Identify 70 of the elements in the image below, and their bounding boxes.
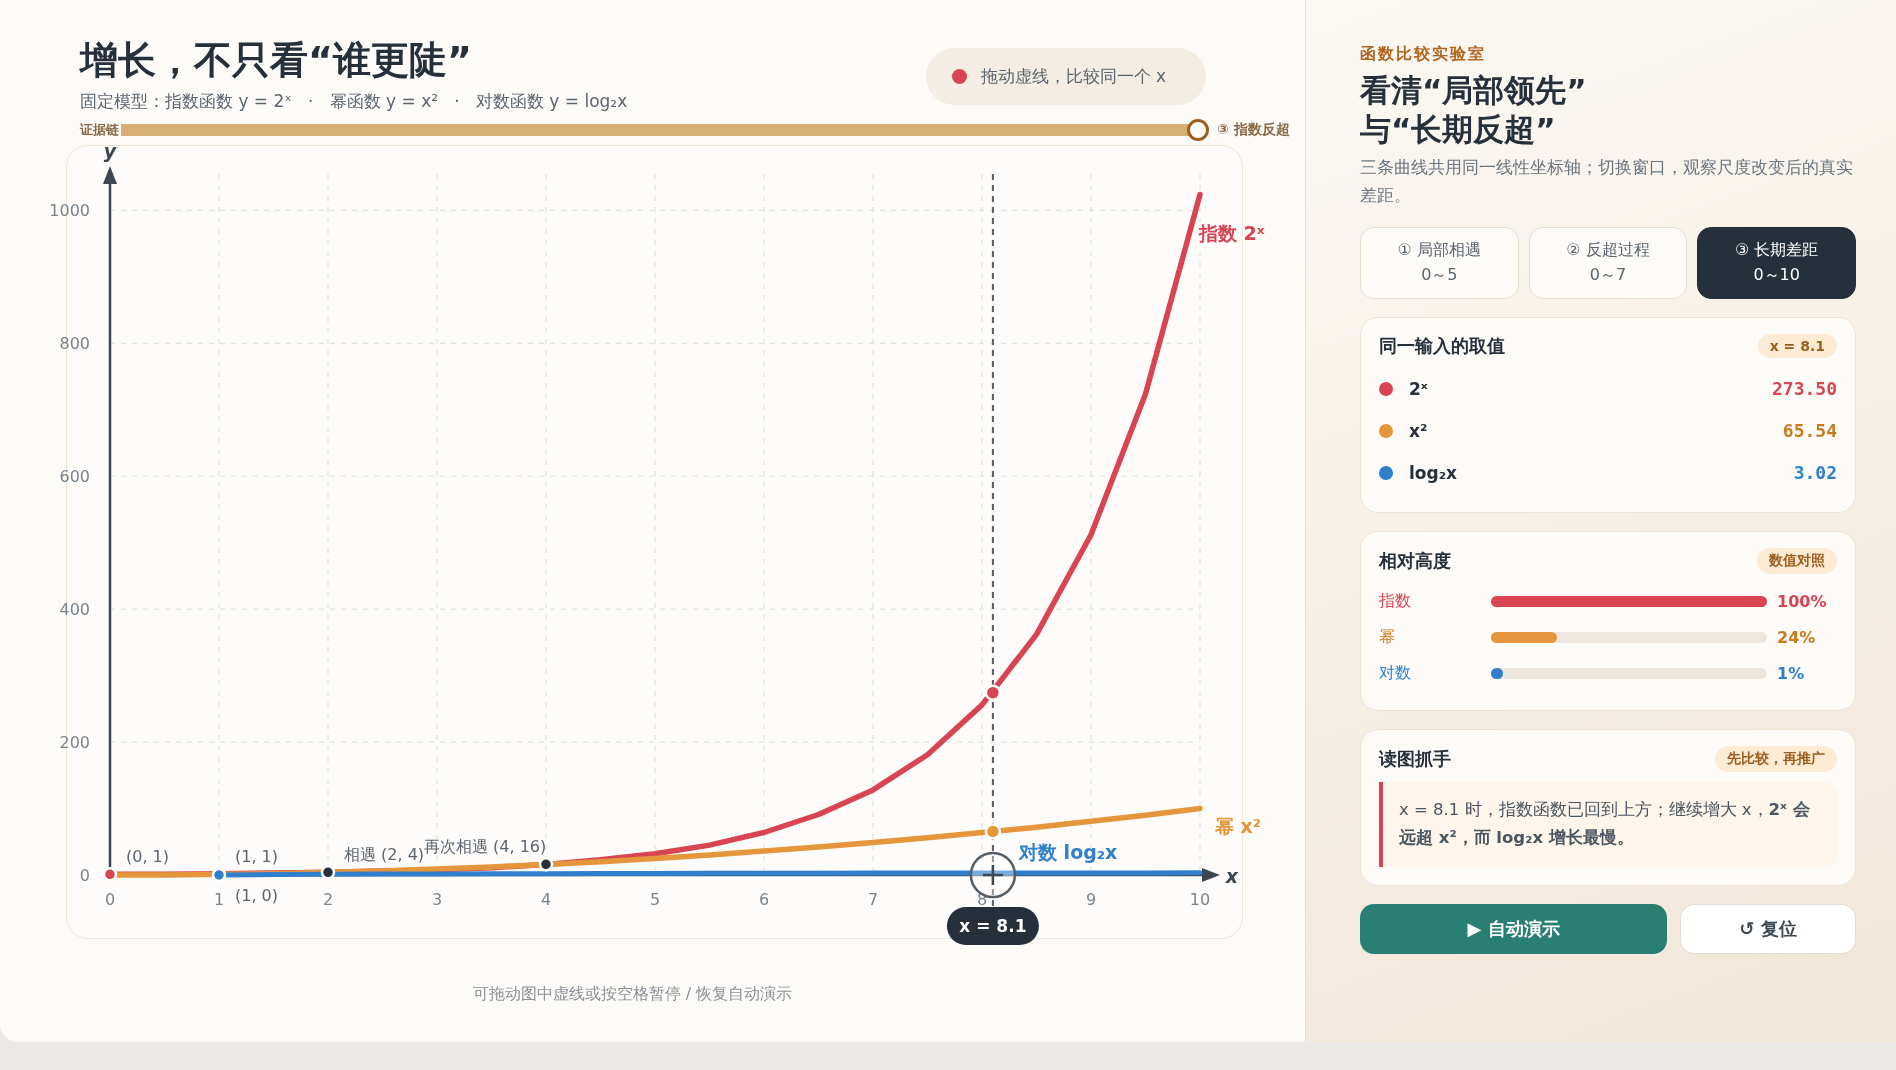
card-title: 同一输入的取值 bbox=[1379, 333, 1505, 358]
function-name: x² bbox=[1409, 420, 1428, 441]
reset-button[interactable]: ↺ 复位 bbox=[1680, 904, 1856, 955]
point-marker bbox=[102, 867, 117, 882]
x-tick-label: 9 bbox=[1085, 890, 1096, 910]
x-tick-label: 2 bbox=[322, 890, 333, 910]
autoplay-button[interactable]: ▶ 自动演示 bbox=[1360, 904, 1667, 955]
bar-label: 指数 bbox=[1379, 591, 1412, 613]
point-label: (1, 1) bbox=[234, 847, 278, 867]
bar-label: 对数 bbox=[1379, 663, 1412, 685]
card-badge: 先比较，再推广 bbox=[1715, 745, 1837, 772]
model-subtitle: 固定模型：指数函数 y = 2ˣ · 幂函数 y = x² · 对数函数 y = log₂x bbox=[80, 89, 628, 113]
function-value: 65.54 bbox=[1782, 420, 1837, 442]
point-label: 相遇 (2, 4) bbox=[343, 845, 424, 865]
eyebrow-label: 函数比较实验室 bbox=[1360, 44, 1487, 65]
panel-heading: 看清“局部领先” bbox=[1360, 71, 1588, 110]
x-tick-label: 4 bbox=[540, 890, 551, 910]
curve-label: 对数 log₂x bbox=[1018, 840, 1117, 863]
page-title: 增长，不只看“谁更陡” bbox=[80, 38, 473, 84]
evidence-step: ③ 指数反超 bbox=[1217, 120, 1290, 139]
point-label: (0, 1) bbox=[125, 847, 169, 867]
bar-reading: 100% bbox=[1777, 592, 1827, 612]
cursor-line[interactable] bbox=[991, 173, 994, 909]
card-badge: 数值对照 bbox=[1757, 547, 1837, 574]
point-label: 再次相遇 (4, 16) bbox=[423, 837, 546, 857]
point-marker bbox=[538, 857, 553, 872]
range-tab[interactable]: ② 反超过程 0～7 bbox=[1528, 226, 1688, 299]
y-tick-label: 800 bbox=[58, 334, 90, 354]
x-tick-label: 10 bbox=[1189, 890, 1210, 910]
function-value: 3.02 bbox=[1793, 462, 1837, 484]
y-tick-label: 1000 bbox=[48, 201, 90, 221]
cursor-point bbox=[984, 823, 1001, 840]
panel-description: 三条曲线共用同一线性坐标轴；切换窗口，观察尺度改变后的真实差距。 bbox=[1360, 155, 1854, 207]
note-quote: x = 8.1 时，指数函数已回到上方；继续增大 x，2ˣ 会远超 x²，而 log₂x 增长最慢。 bbox=[1379, 781, 1837, 868]
function-value: 273.50 bbox=[1771, 378, 1837, 400]
curve-label: 指数 2ˣ bbox=[1198, 221, 1265, 244]
x-tick-label: 1 bbox=[213, 890, 224, 910]
evidence-label: 证据链 bbox=[80, 121, 119, 138]
card-title: 读图抓手 bbox=[1379, 746, 1451, 771]
range-tab[interactable]: ③ 长期差距 0～10 bbox=[1697, 226, 1856, 299]
y-tick-label: 200 bbox=[58, 733, 90, 753]
x-tick-label: 6 bbox=[758, 890, 769, 910]
x-tick-label: 7 bbox=[867, 890, 878, 910]
progress-knob[interactable] bbox=[1187, 118, 1209, 141]
bar-reading: 24% bbox=[1777, 628, 1816, 648]
panel-heading: 与“长期反超” bbox=[1360, 109, 1557, 149]
x-tick-label: 5 bbox=[649, 890, 660, 910]
cursor-tooltip: x = 8.1 bbox=[946, 907, 1039, 946]
hint-text: 拖动虚线，比较同一个 x bbox=[980, 65, 1166, 88]
x-badge: x = 8.1 bbox=[1757, 333, 1837, 358]
y-tick-label: 600 bbox=[58, 467, 90, 487]
range-tab[interactable]: ① 局部相遇 0～5 bbox=[1360, 226, 1519, 299]
y-axis-label: y bbox=[103, 140, 116, 163]
function-name: log₂x bbox=[1409, 462, 1458, 483]
ref-line-label: x = 8.1 bbox=[958, 916, 1026, 937]
x-tick-label: 0 bbox=[104, 890, 115, 910]
x-axis-label: x bbox=[1225, 865, 1238, 888]
curve-label: 幂 x² bbox=[1214, 814, 1261, 837]
footer-hint: 可拖动图中虚线或按空格暂停 / 恢复自动演示 bbox=[471, 983, 794, 1005]
y-tick-label: 400 bbox=[58, 600, 90, 620]
point-marker bbox=[320, 865, 335, 880]
y-tick-label: 0 bbox=[79, 866, 90, 886]
card-title: 相对高度 bbox=[1379, 548, 1451, 573]
x-tick-label: 3 bbox=[431, 890, 442, 910]
bar-label: 幂 bbox=[1379, 627, 1396, 649]
bar-reading: 1% bbox=[1777, 664, 1805, 684]
function-name: 2ˣ bbox=[1409, 378, 1428, 399]
cursor-point bbox=[984, 684, 1001, 701]
point-marker bbox=[211, 867, 226, 883]
point-label: (1, 0) bbox=[234, 886, 278, 906]
